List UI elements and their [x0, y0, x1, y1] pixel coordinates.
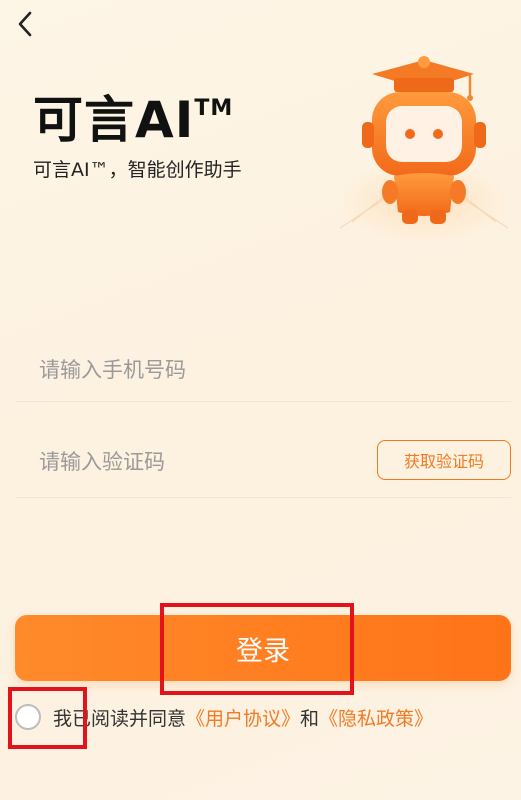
- login-highlight-box: [160, 603, 354, 695]
- get-code-button[interactable]: 获取验证码: [377, 440, 511, 480]
- chevron-left-icon: [18, 11, 32, 37]
- agreement-and: 和: [300, 707, 320, 730]
- robot-mascot-icon: [336, 56, 512, 244]
- phone-input[interactable]: [39, 352, 369, 388]
- verification-code-input[interactable]: [39, 444, 369, 480]
- user-agreement-link[interactable]: 《用户协议》: [186, 704, 300, 731]
- app-title-text: 可言AI: [33, 91, 195, 149]
- code-field: 获取验证码: [15, 430, 511, 498]
- app-title: 可言AITM: [33, 80, 233, 152]
- checkbox-highlight-box: [8, 687, 87, 749]
- privacy-policy-link[interactable]: 《隐私政策》: [319, 704, 433, 731]
- app-subtitle: 可言AI™，智能创作助手: [33, 159, 242, 181]
- trademark-mark: TM: [194, 96, 234, 121]
- back-button[interactable]: [10, 8, 40, 40]
- phone-field: [15, 338, 511, 402]
